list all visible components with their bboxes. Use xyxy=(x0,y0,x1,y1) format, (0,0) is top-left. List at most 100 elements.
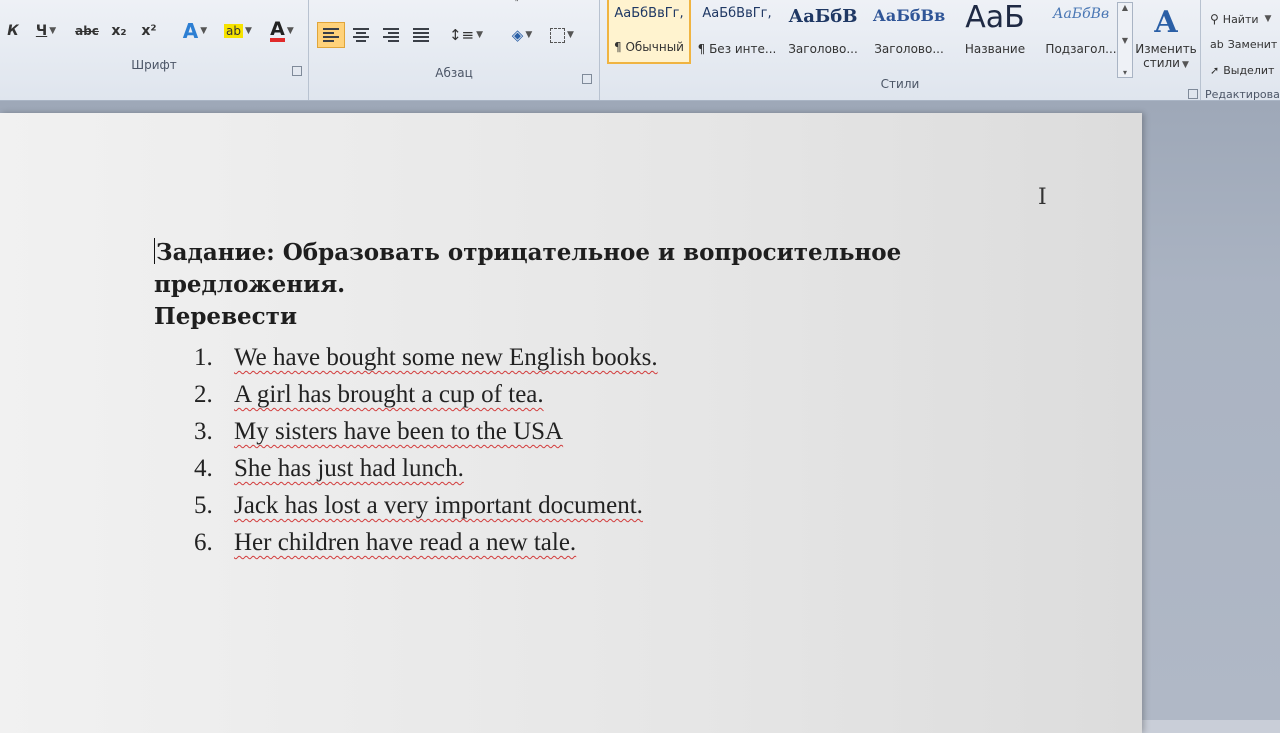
change-styles-button[interactable]: A Изменить стили ▼ xyxy=(1134,4,1198,82)
change-styles-icon: A xyxy=(1154,5,1178,40)
justify-button[interactable] xyxy=(407,22,435,48)
style-title[interactable]: АаБ Название xyxy=(953,0,1037,64)
bullets-icon[interactable]: ≡ xyxy=(319,0,327,4)
replace-button[interactable]: ab Заменит xyxy=(1210,38,1277,51)
text-cursor xyxy=(154,238,155,264)
chevron-down-icon: ▼ xyxy=(1181,60,1189,70)
dialog-launcher-icon[interactable] xyxy=(1188,89,1198,99)
list-number: 2. xyxy=(194,381,213,408)
subscript-button[interactable]: x₂ xyxy=(106,18,132,44)
list-number: 3. xyxy=(194,418,213,445)
more-styles-icon[interactable]: ▾ xyxy=(1123,68,1127,77)
ribbon: К Ч▼ abc x₂ x² A▼ ab▼ A▼ Шрифт ≡ ≡ ≡ ↓ ¶ xyxy=(0,0,1280,101)
chevron-down-icon: ▼ xyxy=(245,26,252,36)
style-sample: АаБбВ xyxy=(788,6,858,27)
underline-button[interactable]: Ч ▼ xyxy=(28,18,64,44)
change-styles-label-2: стили xyxy=(1143,56,1180,70)
align-left-icon xyxy=(323,28,339,42)
highlight-button[interactable]: ab ▼ xyxy=(218,18,258,44)
paint-bucket-icon: ◈ xyxy=(511,26,524,44)
list-text: A girl has brought a cup of tea. xyxy=(234,381,544,408)
styles-group-label: Стили xyxy=(880,77,920,91)
document-page[interactable]: Задание: Образовать отрицательное и вопр… xyxy=(0,113,1142,733)
style-heading-2[interactable]: АаБбВв Заголово... xyxy=(867,0,951,64)
align-center-button[interactable] xyxy=(347,22,375,48)
list-item[interactable]: 5. Jack has lost a very important docume… xyxy=(194,487,658,524)
replace-label: Заменит xyxy=(1227,38,1278,51)
style-name: Название xyxy=(964,42,1026,56)
font-group: К Ч ▼ abc x₂ x² A ▼ ab ▼ A ▼ Шрифт xyxy=(0,0,309,100)
chevron-down-icon: ▼ xyxy=(49,26,57,36)
heading-line-2: Перевести xyxy=(154,303,297,330)
chevron-down-icon[interactable]: ▼ xyxy=(1122,36,1128,45)
chevron-down-icon: ▼ xyxy=(567,30,574,40)
style-normal[interactable]: АаБбВвГг, ¶ Обычный xyxy=(607,0,691,64)
chevron-down-icon: ▼ xyxy=(1264,14,1272,24)
select-button[interactable]: ➚ Выделит xyxy=(1210,64,1274,77)
dialog-launcher-icon[interactable] xyxy=(292,66,302,76)
sentence-list: 1. We have bought some new English books… xyxy=(194,339,658,561)
style-sample: АаБбВвГг, xyxy=(702,6,772,21)
align-right-button[interactable] xyxy=(377,22,405,48)
heading-line-1: Задание: Образовать отрицательное и вопр… xyxy=(154,239,902,298)
line-spacing-button[interactable]: ↕≡ ▼ xyxy=(449,22,483,48)
text-effects-button[interactable]: A ▼ xyxy=(176,18,214,44)
style-sample: АаБбВвГг, xyxy=(614,6,684,21)
paragraph-group-label: Абзац xyxy=(435,66,473,80)
chevron-up-icon[interactable]: ▲ xyxy=(1122,3,1128,12)
line-spacing-icon: ↕≡ xyxy=(448,26,475,44)
style-name: Заголово... xyxy=(788,42,858,56)
align-left-button[interactable] xyxy=(317,22,345,48)
pilcrow-icon[interactable]: ¶ xyxy=(513,0,519,4)
font-color-button[interactable]: A ▼ xyxy=(262,18,302,44)
find-label: Найти xyxy=(1222,12,1259,26)
font-color-icon: A xyxy=(270,18,285,42)
style-no-spacing[interactable]: АаБбВвГг, ¶ Без инте... xyxy=(695,0,779,64)
justify-icon xyxy=(413,28,429,42)
list-number: 4. xyxy=(194,455,213,482)
list-number: 1. xyxy=(194,344,213,371)
find-button[interactable]: ⚲ Найти ▼ xyxy=(1210,12,1271,26)
strikethrough-button[interactable]: abc xyxy=(72,18,102,44)
chevron-down-icon: ▼ xyxy=(286,26,294,36)
list-item[interactable]: 6. Her children have read a new tale. xyxy=(194,524,658,561)
styles-scroll[interactable]: ▲ ▼ ▾ xyxy=(1117,2,1133,78)
style-name: Заголово... xyxy=(874,42,944,56)
list-item[interactable]: 3. My sisters have been to the USA xyxy=(194,413,658,450)
borders-button[interactable]: ▼ xyxy=(545,22,579,48)
text-effects-icon: A xyxy=(182,19,199,43)
change-styles-label-1: Изменить xyxy=(1135,42,1197,56)
list-item[interactable]: 2. A girl has brought a cup of tea. xyxy=(194,376,658,413)
underline-label: Ч xyxy=(35,23,48,39)
list-item[interactable]: 4. She has just had lunch. xyxy=(194,450,658,487)
select-label: Выделит xyxy=(1223,64,1275,77)
paragraph-group: ≡ ≡ ≡ ↓ ¶ ↕≡▼ ◈▼ ▼ Абзац xyxy=(309,0,600,100)
style-sample: АаБ xyxy=(965,0,1025,35)
sort-icon[interactable]: ↓ xyxy=(464,0,472,4)
top-partial-icons: ≡ ≡ ≡ ↓ ¶ xyxy=(319,0,589,4)
list-text: We have bought some new English books. xyxy=(234,344,658,371)
list-text: Jack has lost a very important document. xyxy=(234,492,643,519)
chevron-down-icon: ▼ xyxy=(200,26,208,36)
task-heading[interactable]: Задание: Образовать отрицательное и вопр… xyxy=(154,237,1024,333)
list-item[interactable]: 1. We have bought some new English books… xyxy=(194,339,658,376)
style-subtitle[interactable]: АаБбВв Подзагол... xyxy=(1039,0,1123,64)
binoculars-icon: ⚲ xyxy=(1210,12,1219,26)
italic-button[interactable]: К xyxy=(2,18,24,44)
replace-icon: ab xyxy=(1210,38,1224,51)
ibeam-cursor-icon: I xyxy=(1038,185,1047,210)
highlight-icon: ab xyxy=(224,24,244,38)
style-name: ¶ Обычный xyxy=(614,40,684,54)
style-heading-1[interactable]: АаБбВ Заголово... xyxy=(781,0,865,64)
shading-button[interactable]: ◈ ▼ xyxy=(505,22,539,48)
style-sample: АаБбВв xyxy=(872,6,946,25)
styles-group: АаБбВвГг, ¶ Обычный АаБбВвГг, ¶ Без инте… xyxy=(600,0,1201,100)
numbering-icon[interactable]: ≡ xyxy=(367,0,375,4)
indent-icon[interactable]: ≡ xyxy=(416,0,424,4)
cursor-arrow-icon: ➚ xyxy=(1210,64,1220,77)
chevron-down-icon: ▼ xyxy=(525,30,533,40)
editing-group-label: Редактирован xyxy=(1205,88,1280,101)
dialog-launcher-icon[interactable] xyxy=(582,74,592,84)
superscript-button[interactable]: x² xyxy=(136,18,162,44)
list-text: My sisters have been to the USA xyxy=(234,418,564,445)
